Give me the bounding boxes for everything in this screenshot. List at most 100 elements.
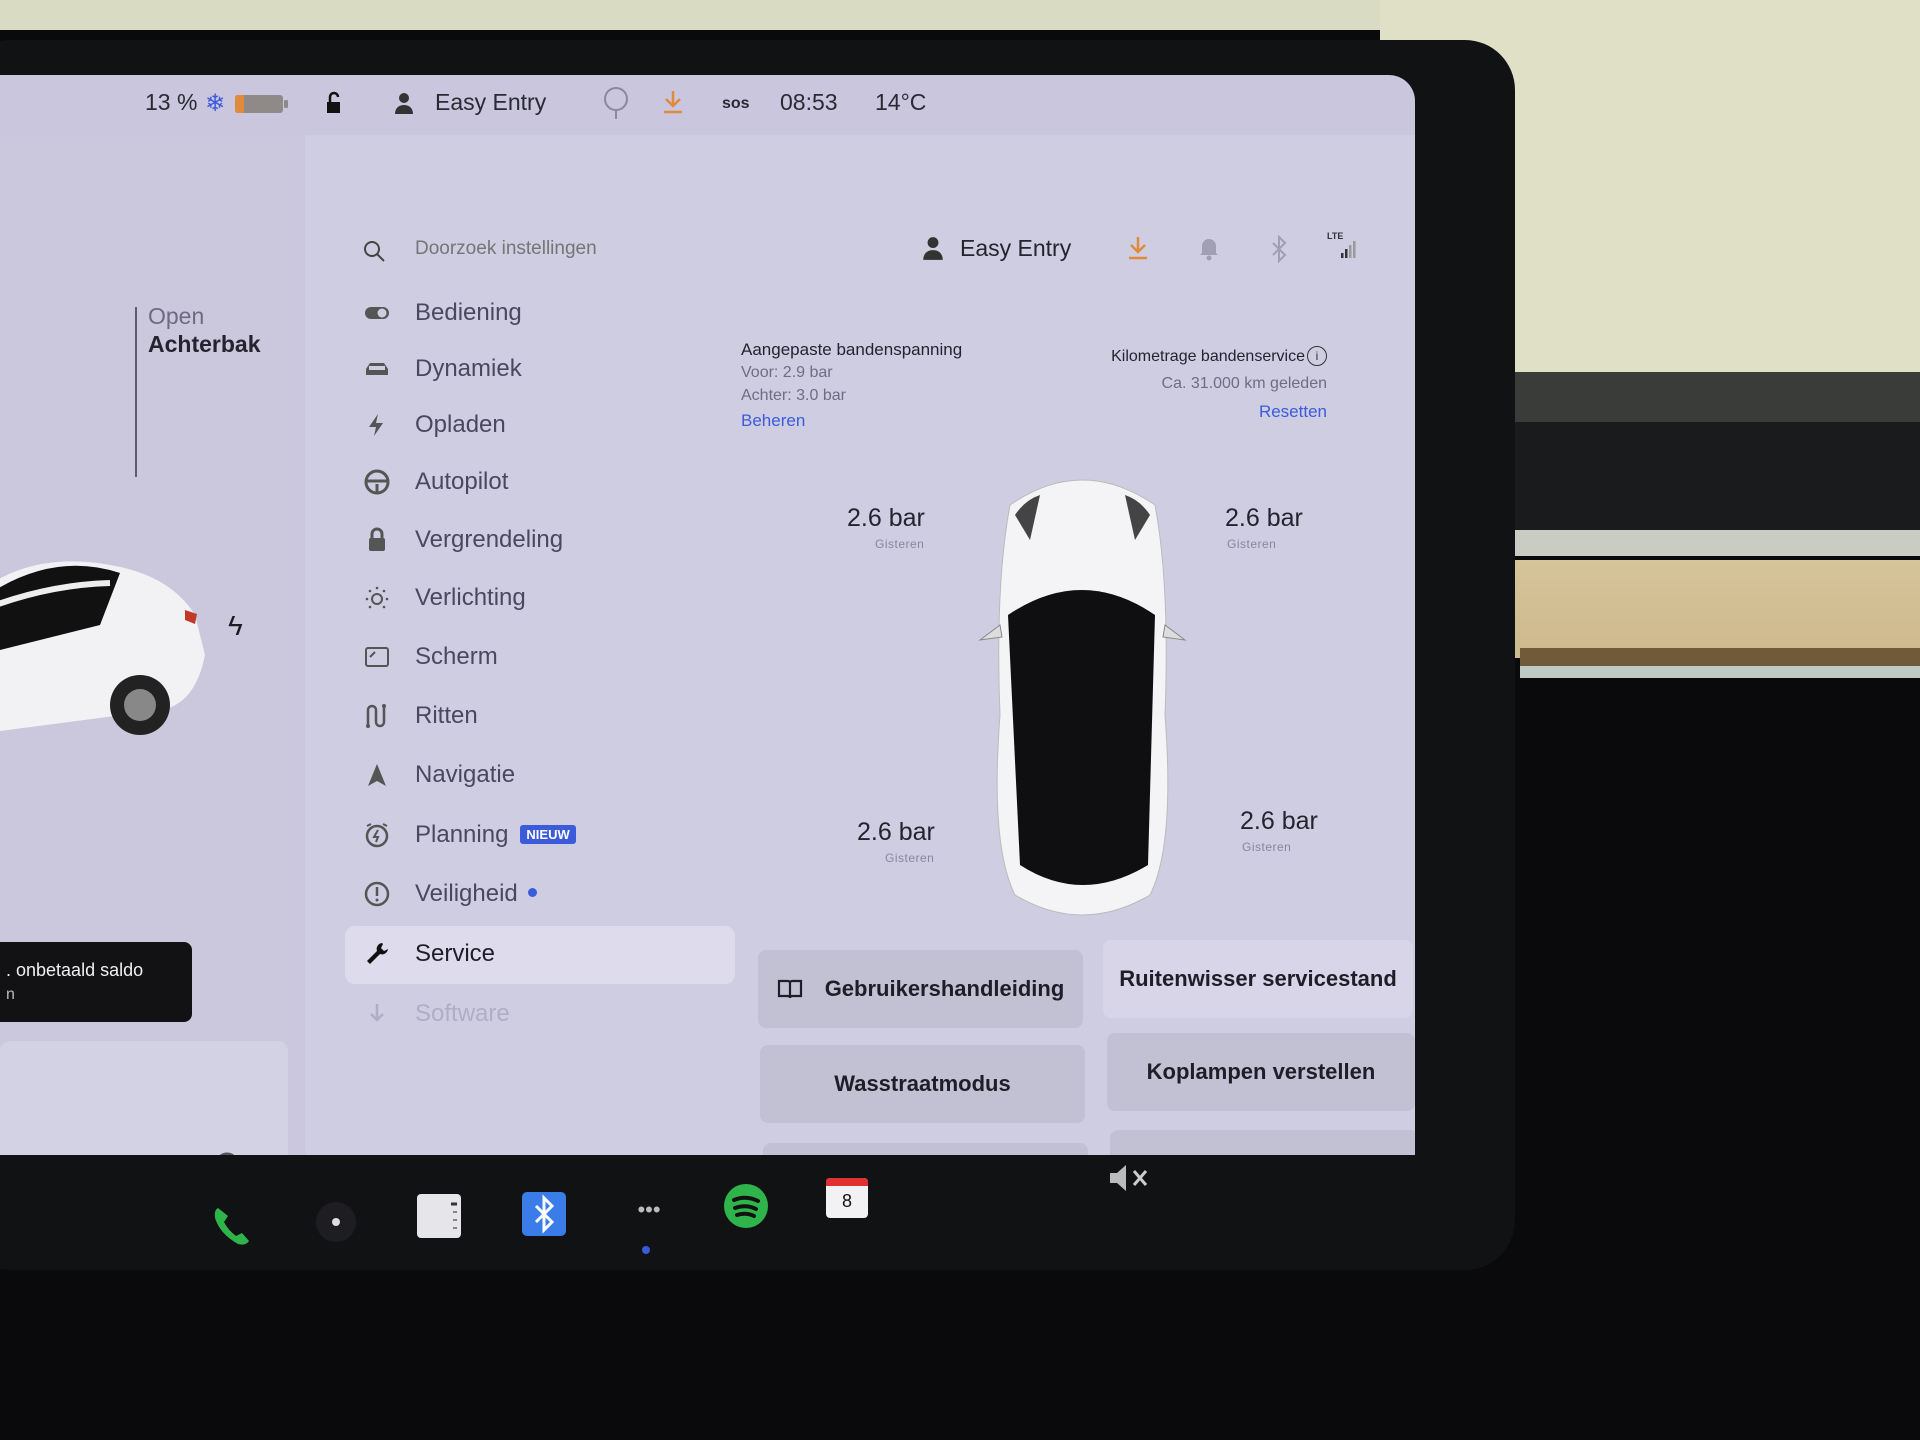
front-right-timestamp: Gisteren	[1227, 537, 1277, 551]
menu-item-software[interactable]: Software	[345, 986, 735, 1044]
steering-wheel-icon	[363, 468, 391, 496]
status-bar: 13 % ❄ Easy Entry sos 08:53 14°C	[0, 75, 1415, 135]
menu-item-bediening[interactable]: Bediening	[345, 285, 735, 343]
energy-app-icon[interactable]	[415, 1192, 463, 1240]
rear-tire-target: Achter: 3.0 bar	[741, 387, 846, 404]
active-indicator	[642, 1246, 650, 1254]
lock-icon	[363, 526, 391, 554]
download-icon	[363, 1000, 391, 1028]
menu-item-label: Vergrendeling	[415, 526, 564, 553]
volume-muted-icon[interactable]	[1108, 1163, 1154, 1193]
background-dashboard-shadow	[1480, 422, 1920, 532]
bluetooth-icon[interactable]	[520, 1190, 568, 1238]
front-right-pressure: 2.6 bar	[1225, 504, 1303, 532]
car-wash-mode-button[interactable]: Wasstraatmodus	[760, 1045, 1085, 1123]
toggle-icon	[363, 299, 391, 327]
menu-item-ritten[interactable]: Ritten	[345, 688, 735, 746]
car-status-panel: Open Achterbak ϟ . onbetaald saldo n	[0, 135, 303, 1155]
menu-item-label: Verlichting	[415, 584, 526, 611]
info-icon[interactable]: i	[1307, 346, 1327, 366]
profile-button[interactable]: Easy Entry	[960, 235, 1071, 262]
menu-item-navigatie[interactable]: Navigatie	[345, 747, 735, 805]
menu-item-planning[interactable]: Planning NIEUW	[345, 807, 735, 865]
reset-tire-service-link[interactable]: Resetten	[1259, 402, 1327, 422]
calendar-day: 8	[841, 1191, 852, 1211]
camera-icon[interactable]	[312, 1198, 360, 1246]
book-icon	[777, 979, 802, 999]
menu-item-label: Planning NIEUW	[415, 821, 576, 849]
menu-item-label: Navigatie	[415, 761, 516, 788]
front-left-pressure: 2.6 bar	[847, 504, 925, 532]
owners-manual-button[interactable]: Gebruikershandleiding	[758, 950, 1083, 1028]
unlocked-icon[interactable]	[322, 91, 346, 121]
menu-item-label: Software	[415, 1000, 510, 1027]
menu-item-verlichting[interactable]: Verlichting	[345, 570, 735, 628]
unpaid-balance-notification[interactable]: . onbetaald saldo n	[0, 942, 192, 1022]
sos-button[interactable]: sos	[722, 95, 750, 113]
menu-item-label: Dynamiek	[415, 355, 522, 382]
car-icon	[363, 355, 391, 383]
calendar-icon[interactable]: 8	[826, 1178, 868, 1218]
voice-microphone-icon[interactable]	[602, 85, 630, 127]
menu-item-label: Autopilot	[415, 468, 509, 495]
rear-left-pressure: 2.6 bar	[857, 818, 935, 846]
background-wood-trim	[1510, 560, 1920, 658]
bolt-icon	[363, 411, 391, 439]
menu-item-label: Ritten	[415, 702, 478, 729]
rear-left-timestamp: Gisteren	[885, 851, 935, 865]
media-player-card[interactable]	[0, 1041, 288, 1155]
trunk-label[interactable]: Achterbak	[148, 331, 260, 358]
battery-icon	[235, 95, 288, 113]
menu-item-vergrendeling[interactable]: Vergrendeling	[345, 512, 735, 570]
trunk-indicator-line	[135, 307, 137, 477]
phone-icon[interactable]	[208, 1202, 256, 1250]
rear-right-pressure: 2.6 bar	[1240, 807, 1318, 835]
battery-percent: 13 %	[145, 89, 198, 115]
car-top-view-image	[978, 479, 1187, 916]
reset-tpms-sensors-button[interactable]: TPMS-sensoren resetten	[1110, 1130, 1415, 1155]
bluetooth-icon[interactable]	[1269, 235, 1289, 263]
menu-item-veiligheid[interactable]: Veiligheid	[345, 866, 735, 924]
settings-search-input[interactable]	[413, 237, 717, 261]
menu-item-label: Opladen	[415, 411, 506, 438]
adjust-headlights-button[interactable]: Koplampen verstellen	[1107, 1033, 1415, 1111]
outside-temperature: 14°C	[875, 89, 927, 115]
background-wood-edge	[1520, 648, 1920, 666]
more-apps-icon[interactable]: •••	[625, 1190, 673, 1238]
calendar-header	[826, 1178, 868, 1186]
spotify-icon[interactable]	[722, 1182, 770, 1230]
front-tire-target: Voor: 2.9 bar	[741, 364, 833, 381]
trunk-open-button[interactable]: Open	[148, 303, 204, 330]
rear-right-timestamp: Gisteren	[1242, 840, 1292, 854]
clock: 08:53	[780, 89, 838, 115]
notification-text: . onbetaald saldo	[6, 960, 144, 980]
search-icon[interactable]	[362, 239, 386, 263]
light-icon	[363, 584, 391, 612]
background-trim-lower	[1520, 666, 1920, 678]
navigation-icon	[363, 761, 391, 789]
manage-tire-pressure-link[interactable]: Beheren	[741, 411, 805, 431]
profile-icon[interactable]	[920, 235, 946, 261]
menu-item-service[interactable]: Service	[345, 926, 735, 984]
owners-manual-label: Gebruikershandleiding	[824, 976, 1065, 1001]
profile-icon[interactable]	[392, 91, 416, 121]
wiper-service-mode-button[interactable]: Ruitenwisser servicestand	[1103, 940, 1413, 1018]
tire-service-mileage-title: Kilometrage bandenservice	[1111, 348, 1305, 365]
charge-port-icon[interactable]: ϟ	[228, 610, 243, 642]
tow-mode-button[interactable]: Slepen	[763, 1143, 1088, 1155]
menu-item-label: Veiligheid	[415, 880, 537, 908]
bell-icon[interactable]	[1198, 235, 1220, 261]
menu-item-opladen[interactable]: Opladen	[345, 397, 735, 455]
trips-icon	[363, 702, 391, 730]
download-icon[interactable]	[1127, 235, 1149, 261]
menu-item-autopilot[interactable]: Autopilot	[345, 454, 735, 512]
media-search-icon[interactable]	[213, 1150, 247, 1155]
touchscreen: 13 % ❄ Easy Entry sos 08:53 14°C Open Ac…	[0, 75, 1415, 1155]
menu-item-scherm[interactable]: Scherm	[345, 629, 735, 687]
snowflake-icon[interactable]: ❄	[205, 89, 225, 118]
profile-name[interactable]: Easy Entry	[435, 89, 546, 116]
menu-item-dynamiek[interactable]: Dynamiek	[345, 341, 735, 399]
wrench-icon	[363, 940, 391, 968]
notification-subtext: n	[6, 986, 15, 1003]
download-icon[interactable]	[662, 89, 684, 121]
